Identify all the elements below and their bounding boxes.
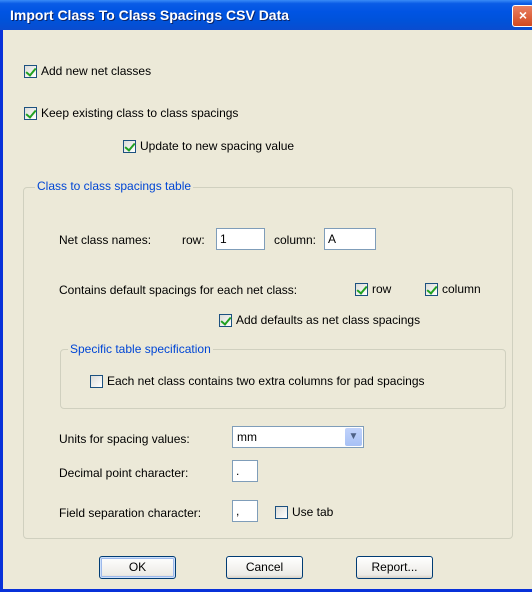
defaults-row-checkbox[interactable]: row — [355, 282, 391, 296]
checkbox-unchecked-icon[interactable] — [275, 505, 288, 519]
field-separation-input[interactable]: , — [232, 500, 258, 522]
defaults-row-label: row — [372, 282, 392, 296]
decimal-point-label: Decimal point character: — [59, 466, 189, 480]
units-select[interactable]: mm ▼ — [232, 426, 364, 448]
net-class-names-label: Net class names: — [59, 233, 152, 247]
add-new-net-classes-label: Add new net classes — [41, 64, 152, 78]
defaults-column-checkbox[interactable]: column — [425, 282, 481, 296]
report-button[interactable]: Report... — [356, 556, 433, 579]
units-selected-value: mm — [237, 430, 257, 444]
dialog-window: Import Class To Class Spacings CSV Data … — [0, 0, 532, 592]
add-new-net-classes-checkbox[interactable]: Add new net classes — [24, 64, 151, 78]
contains-defaults-label: Contains default spacings for each net c… — [59, 283, 298, 297]
extra-columns-label: Each net class contains two extra column… — [107, 374, 425, 388]
column-label: column: — [274, 233, 317, 247]
class-spacings-table-legend: Class to class spacings table — [35, 179, 194, 193]
use-tab-label: Use tab — [292, 505, 334, 519]
update-to-new-spacing-label: Update to new spacing value — [140, 139, 295, 153]
keep-existing-spacings-checkbox[interactable]: Keep existing class to class spacings — [24, 106, 238, 120]
use-tab-checkbox[interactable]: Use tab — [275, 505, 333, 519]
decimal-point-input[interactable]: . — [232, 460, 258, 482]
checkbox-checked-icon[interactable] — [425, 282, 438, 296]
cancel-button[interactable]: Cancel — [226, 556, 303, 579]
update-to-new-spacing-checkbox[interactable]: Update to new spacing value — [123, 139, 294, 153]
checkbox-checked-icon[interactable] — [219, 313, 232, 327]
row-input[interactable]: 1 — [216, 228, 265, 250]
checkbox-checked-icon[interactable] — [24, 106, 37, 120]
window-title: Import Class To Class Spacings CSV Data — [10, 7, 290, 23]
extra-columns-checkbox[interactable]: Each net class contains two extra column… — [90, 374, 425, 388]
add-defaults-label: Add defaults as net class spacings — [236, 313, 421, 327]
column-input[interactable]: A — [324, 228, 376, 250]
window-frame-left — [0, 30, 3, 592]
specific-table-spec-legend: Specific table specification — [68, 342, 213, 356]
close-button[interactable]: × — [512, 5, 532, 27]
checkbox-checked-icon[interactable] — [355, 282, 368, 296]
keep-existing-spacings-label: Keep existing class to class spacings — [41, 106, 239, 120]
field-separation-label: Field separation character: — [59, 506, 202, 520]
units-label: Units for spacing values: — [59, 432, 190, 446]
checkbox-checked-icon[interactable] — [123, 139, 136, 153]
checkbox-checked-icon[interactable] — [24, 64, 37, 78]
row-label: row: — [182, 233, 205, 247]
defaults-column-label: column — [442, 282, 481, 296]
close-icon: × — [518, 7, 528, 23]
title-bar[interactable]: Import Class To Class Spacings CSV Data … — [0, 0, 532, 30]
checkbox-unchecked-icon[interactable] — [90, 374, 103, 388]
ok-button[interactable]: OK — [99, 556, 176, 579]
add-defaults-checkbox[interactable]: Add defaults as net class spacings — [219, 313, 420, 327]
dropdown-arrow-icon[interactable]: ▼ — [345, 428, 362, 446]
